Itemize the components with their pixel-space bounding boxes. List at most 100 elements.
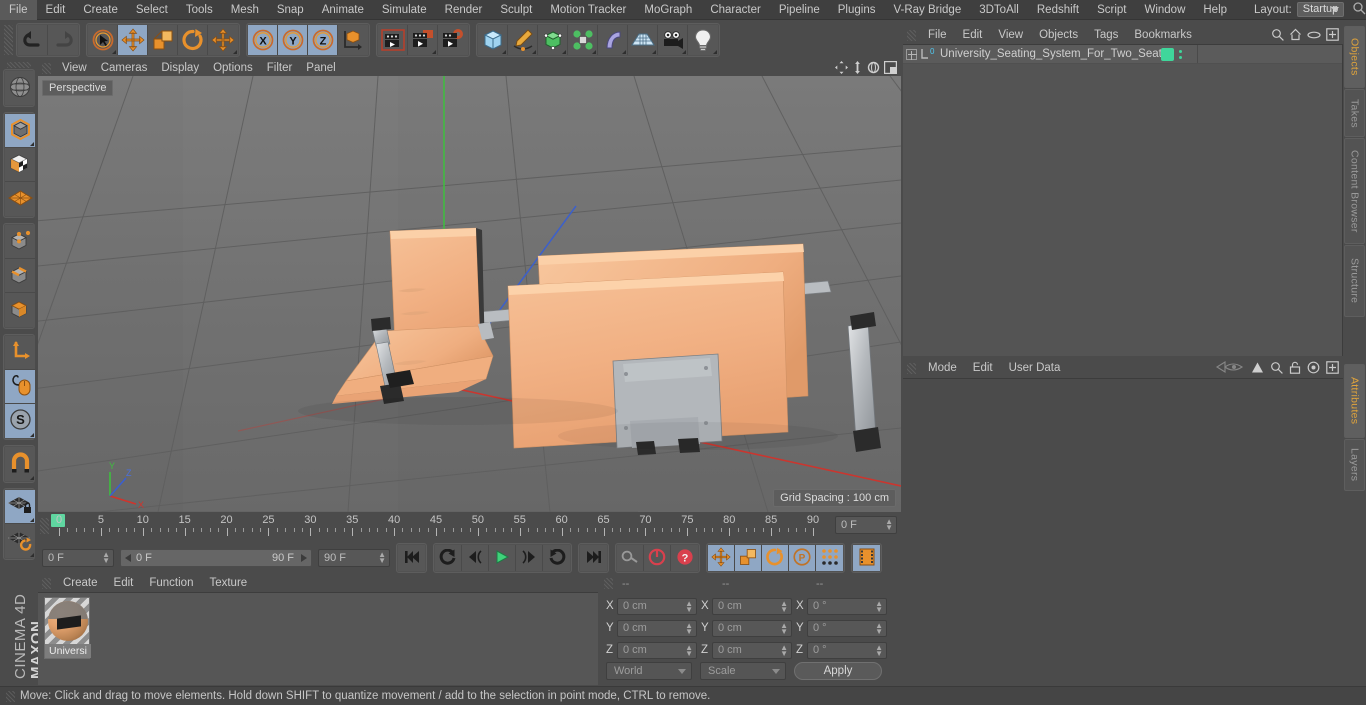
lock-workplane-button[interactable] [5,490,35,524]
end-frame-input[interactable]: 90 F ▲ ▼ [318,549,390,567]
play-backwards-loop-button[interactable] [435,545,462,571]
tab-attributes[interactable]: Attributes [1344,364,1365,438]
stepper-icon[interactable]: ▲ ▼ [875,643,883,657]
rotation-p-input[interactable]: 0 ° ▲ ▼ [807,619,887,637]
tool-options-corner[interactable] [30,518,34,522]
status-bar-grip[interactable] [6,690,15,702]
scale-tool[interactable] [148,25,178,55]
viewport-menu-display[interactable]: Display [154,60,206,76]
tool-options-corner[interactable] [532,50,536,54]
tool-options-corner[interactable] [652,50,656,54]
pan-icon[interactable] [835,61,848,77]
current-frame-input[interactable]: 0 F ▲ ▼ [42,549,114,567]
tool-options-corner[interactable] [432,50,436,54]
stepper-icon[interactable]: ▲ ▼ [875,621,883,635]
maximize-viewport-icon[interactable] [884,61,898,77]
search-icon[interactable] [1270,361,1283,377]
tab-layers[interactable]: Layers [1344,439,1365,491]
add-layer-icon[interactable] [1326,28,1339,44]
viewport-menu-view[interactable]: View [55,60,94,76]
z-axis-lock[interactable]: Z [308,25,338,55]
menu-sculpt[interactable]: Sculpt [491,0,541,20]
menu-snap[interactable]: Snap [268,0,313,20]
range-right-arrow-icon[interactable] [301,554,307,562]
point-level-animation-button[interactable] [816,545,843,571]
autokeying-button[interactable] [644,545,671,571]
material-tag-icon[interactable] [1161,48,1174,61]
play-button[interactable] [489,545,516,571]
parameter-key-button[interactable]: P [789,545,816,571]
tool-options-corner[interactable] [592,50,596,54]
stepper-icon[interactable]: ▲ ▼ [780,599,788,613]
timeline-drag-grip[interactable] [40,518,49,534]
coordinates-drag-grip[interactable] [604,577,613,589]
search-icon[interactable] [1271,28,1284,44]
attribute-manager-drag-grip[interactable] [907,362,916,374]
search-icon[interactable] [1352,1,1366,18]
tool-options-corner[interactable] [233,50,237,54]
enable-axis-button[interactable] [5,336,35,370]
object-row[interactable]: 0 University_Seating_System_For_Two_Seat… [903,45,1342,64]
go-to-end-button[interactable] [580,545,607,571]
add-generator-button[interactable] [538,25,568,55]
size-z-input[interactable]: 0 cm ▲ ▼ [712,641,792,659]
menu-simulate[interactable]: Simulate [373,0,436,20]
menu-character[interactable]: Character [701,0,770,20]
viewport-menu-cameras[interactable]: Cameras [94,60,155,76]
stepper-icon[interactable]: ▲ ▼ [685,599,693,613]
scale-key-button[interactable] [735,545,762,571]
size-mode-dropdown[interactable]: Scale [700,662,786,680]
om-menu-bookmarks[interactable]: Bookmarks [1126,29,1200,41]
menu-edit[interactable]: Edit [37,0,75,20]
range-left-arrow-icon[interactable] [125,554,131,562]
edges-mode-button[interactable] [5,259,35,293]
orbit-icon[interactable] [867,61,880,77]
render-settings-button[interactable] [438,25,468,55]
menu-mesh[interactable]: Mesh [222,0,268,20]
next-frame-button[interactable] [516,545,543,571]
stepper-icon[interactable]: ▲ ▼ [875,599,883,613]
render-view-button[interactable] [378,25,408,55]
tab-takes[interactable]: Takes [1344,89,1365,137]
magnet-tool-button[interactable] [5,447,35,481]
menu-plugins[interactable]: Plugins [829,0,885,20]
stepper-icon[interactable]: ▲ ▼ [685,621,693,635]
attr-menu-mode[interactable]: Mode [920,362,965,374]
viewport-drag-grip[interactable] [42,62,51,74]
undo-button[interactable] [18,25,48,55]
tab-structure[interactable]: Structure [1344,245,1365,317]
coordinate-system-dropdown[interactable]: World [606,662,692,680]
menu-create[interactable]: Create [74,0,127,20]
om-menu-file[interactable]: File [920,29,955,41]
apply-button[interactable]: Apply [794,662,882,680]
material-swatch[interactable]: Universi [44,597,91,659]
y-axis-lock[interactable]: Y [278,25,308,55]
menu-animate[interactable]: Animate [313,0,373,20]
add-icon[interactable] [1326,360,1339,377]
menu-motion-tracker[interactable]: Motion Tracker [541,0,635,20]
stepper-icon[interactable]: ▲ ▼ [378,551,386,565]
keyframe-selection-button[interactable]: ? [671,545,698,571]
stepper-icon[interactable]: ▲ ▼ [780,643,788,657]
timeline-ruler[interactable]: 0 5 10 15 20 25 30 35 40 45 50 55 60 65 70 75 80 85 90 0 F… [38,512,901,540]
menu-select[interactable]: Select [127,0,177,20]
world-object-coordinates[interactable] [338,25,368,55]
rotation-key-button[interactable] [762,545,789,571]
workplane-mode-button[interactable] [5,182,35,216]
layout-dropdown[interactable]: Startup [1296,2,1344,17]
size-y-input[interactable]: 0 cm ▲ ▼ [712,619,792,637]
expand-toggle-icon[interactable] [906,48,917,60]
tool-options-corner[interactable] [682,50,686,54]
menu-vray-bridge[interactable]: V-Ray Bridge [884,0,970,20]
position-key-button[interactable] [708,545,735,571]
polygons-mode-button[interactable] [5,293,35,327]
menu-redshift[interactable]: Redshift [1028,0,1088,20]
viewport-menu-options[interactable]: Options [206,60,260,76]
go-to-start-button[interactable] [398,545,425,571]
lock-icon[interactable] [1289,361,1301,377]
tool-options-corner[interactable] [713,50,717,54]
add-deformer-button[interactable] [598,25,628,55]
material-menu-function[interactable]: Function [141,577,201,589]
previous-frame-button[interactable] [462,545,489,571]
points-mode-button[interactable] [5,225,35,259]
